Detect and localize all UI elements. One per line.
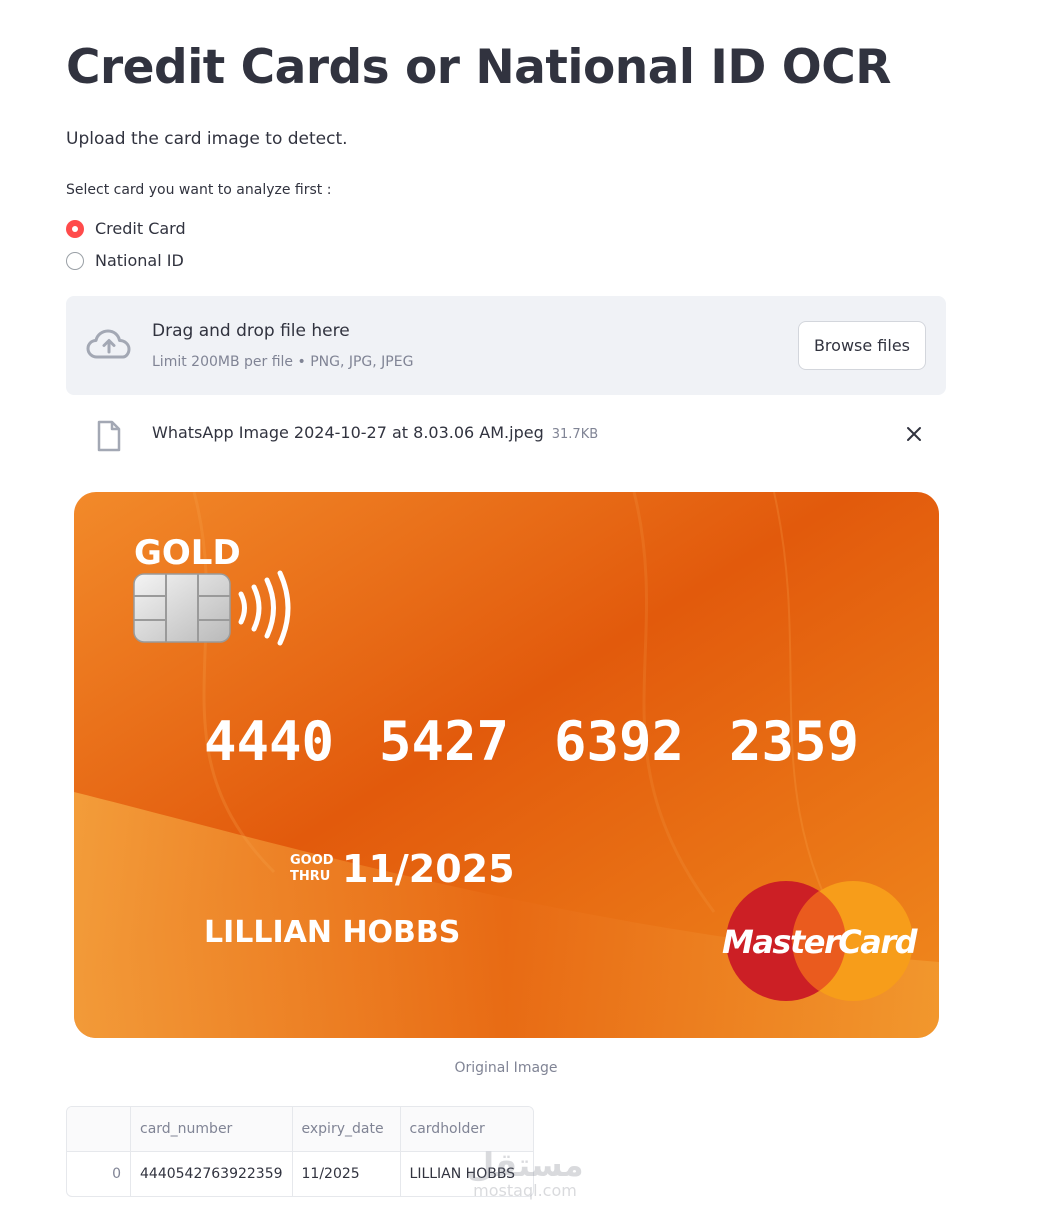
card-number-group: 5427 <box>379 710 509 773</box>
radio-national-id[interactable]: National ID <box>66 251 184 270</box>
card-expiry: 11/2025 <box>342 847 515 891</box>
file-uploader-dropzone[interactable]: Drag and drop file here Limit 200MB per … <box>66 296 946 395</box>
table-row: 0 4440542763922359 11/2025 LILLIAN HOBBS <box>67 1151 533 1197</box>
column-header-index[interactable] <box>67 1107 131 1152</box>
cell-cardholder[interactable]: LILLIAN HOBBS <box>400 1152 533 1197</box>
good-thru-bottom: THRU <box>290 869 330 884</box>
row-index[interactable]: 0 <box>67 1151 131 1196</box>
page-title: Credit Cards or National ID OCR <box>66 40 891 95</box>
app-page: Credit Cards or National ID OCR Upload t… <box>0 0 1043 1225</box>
radio-selected-indicator[interactable] <box>66 219 84 238</box>
dropzone-instructions: Drag and drop file here <box>152 321 350 341</box>
radio-credit-card[interactable]: Credit Card <box>66 219 186 238</box>
uploaded-file-row: WhatsApp Image 2024-10-27 at 8.03.06 AM.… <box>66 410 946 458</box>
credit-card-image: GOLD 4440 5427 6392 2359 GOOD THRU 11/20… <box>74 492 939 1038</box>
card-type-label: Select card you want to analyze first : <box>66 182 332 198</box>
radio-unselected-indicator[interactable] <box>66 251 84 270</box>
uploaded-file-name: WhatsApp Image 2024-10-27 at 8.03.06 AM.… <box>152 423 598 442</box>
card-holder-name: LILLIAN HOBBS <box>204 915 460 950</box>
card-tier-text: GOLD <box>134 533 241 573</box>
card-chip-icon <box>133 573 231 643</box>
radio-credit-card-label: Credit Card <box>95 219 186 238</box>
card-number-group: 6392 <box>554 710 684 773</box>
mastercard-logo: MasterCard <box>722 881 920 1001</box>
column-header-cardholder[interactable]: cardholder <box>400 1107 533 1152</box>
file-icon <box>97 420 121 452</box>
cell-card-number[interactable]: 4440542763922359 <box>130 1151 293 1196</box>
good-thru-top: GOOD <box>290 853 334 868</box>
brand-text: MasterCard <box>722 923 919 961</box>
column-header-card-number[interactable]: card_number <box>130 1107 293 1152</box>
card-number-group: 4440 <box>204 710 334 773</box>
card-number-group: 2359 <box>729 710 859 773</box>
page-subtitle: Upload the card image to detect. <box>66 129 348 149</box>
cell-expiry-date[interactable]: 11/2025 <box>292 1151 401 1196</box>
image-caption: Original Image <box>454 1060 558 1076</box>
column-header-expiry-date[interactable]: expiry_date <box>292 1107 401 1152</box>
file-name-text: WhatsApp Image 2024-10-27 at 8.03.06 AM.… <box>152 423 544 442</box>
dropzone-limit: Limit 200MB per file • PNG, JPG, JPEG <box>152 354 414 370</box>
file-size: 31.7KB <box>551 427 599 442</box>
browse-files-button[interactable]: Browse files <box>797 321 926 370</box>
results-table: card_number expiry_date cardholder 0 444… <box>66 1106 534 1197</box>
table-header-row: card_number expiry_date cardholder <box>67 1107 533 1152</box>
close-icon[interactable] <box>904 424 924 444</box>
cloud-upload-icon <box>86 329 131 359</box>
radio-national-id-label: National ID <box>95 251 184 270</box>
